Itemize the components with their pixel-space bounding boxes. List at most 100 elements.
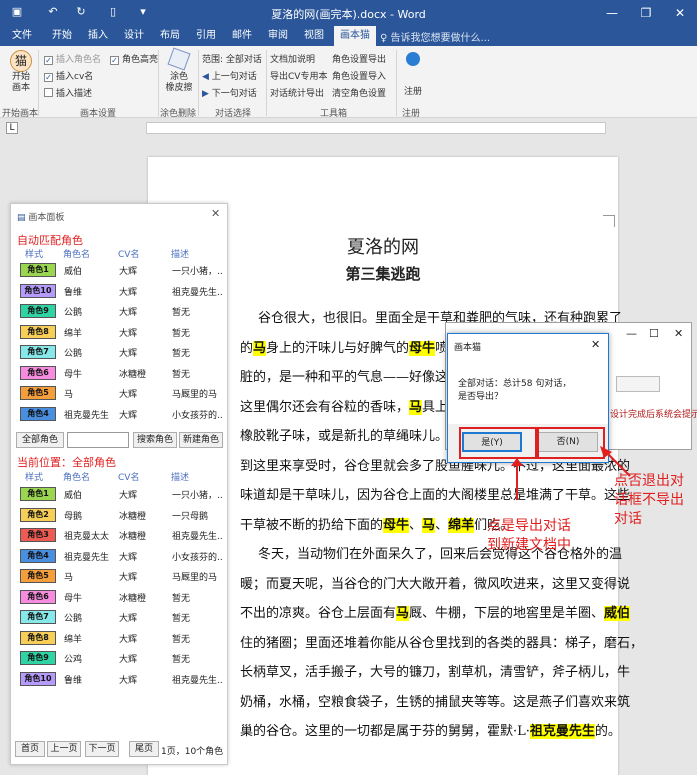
minimize-button[interactable]: —	[595, 0, 629, 26]
page-info: 1页，10个角色	[161, 747, 224, 757]
dialog-close-icon[interactable]: ✕	[591, 338, 600, 351]
role-style-badge[interactable]: 角色7	[20, 610, 56, 624]
bg-minimize-icon[interactable]: —	[626, 327, 637, 340]
role-style-badge[interactable]: 角色5	[20, 386, 56, 400]
insert-role-checkbox[interactable]: ✓ 插入角色名	[44, 52, 101, 65]
tab-stop-selector[interactable]: L	[6, 122, 18, 134]
role-style-badge[interactable]: 角色9	[20, 304, 56, 318]
horizontal-ruler[interactable]	[146, 122, 606, 134]
role-row[interactable]: 角色1 威伯 大辉 一只小猪，...	[16, 485, 222, 503]
role-style-badge[interactable]: 角色1	[20, 263, 56, 277]
role-style-badge[interactable]: 角色6	[20, 589, 56, 604]
role-style-badge[interactable]: 角色8	[20, 630, 56, 645]
next-dialog-button[interactable]: ▶ 下一句对话	[202, 86, 257, 99]
bg-maximize-icon[interactable]: ☐	[649, 327, 659, 340]
role-row[interactable]: 角色4 祖克曼先生 大辉 小女孩芬的...	[16, 547, 222, 565]
next-page-button[interactable]: 下一页	[85, 741, 119, 757]
tab-view[interactable]: 视图	[298, 26, 330, 46]
first-page-button[interactable]: 首页	[15, 741, 45, 757]
start-huaben-button[interactable]: 猫 开始 画本	[6, 50, 36, 100]
role-row[interactable]: 角色5 马 大辉 马厩里的马	[16, 384, 222, 402]
doc-desc-button[interactable]: 文档加说明	[270, 52, 315, 65]
tab-layout[interactable]: 布局	[154, 26, 186, 46]
role-highlight-checkbox[interactable]: ✓ 角色高亮	[110, 52, 158, 65]
role-row[interactable]: 角色2 母鹅 冰糖橙 一只母鹅	[16, 506, 222, 524]
prev-page-button[interactable]: 上一页	[47, 741, 81, 757]
search-role-button[interactable]: 搜索角色	[133, 432, 177, 448]
role-style-badge[interactable]: 角色5	[20, 569, 56, 583]
column-header: 样式	[25, 473, 44, 483]
role-name: 公鹅	[64, 614, 83, 624]
role-row[interactable]: 角色8 绵羊 大辉 暂无	[16, 323, 222, 341]
doc-line: 的马身上的汗味儿与好脾气的母牛喷出	[240, 337, 461, 356]
role-search-input[interactable]	[67, 432, 129, 448]
role-desc: 暂无	[172, 328, 191, 339]
insert-desc-checkbox[interactable]: 插入描述	[44, 86, 92, 99]
doc-text: 橡胶靴子味，或是新扎的草绳味儿。如果	[240, 429, 475, 444]
column-header: CV名	[118, 473, 140, 483]
role-style-badge[interactable]: 角色4	[20, 406, 56, 421]
role-row[interactable]: 角色5 马 大辉 马厩里的马	[16, 567, 222, 585]
role-row[interactable]: 角色10 鲁维 大辉 祖克曼先生...	[16, 282, 222, 300]
role-style-badge[interactable]: 角色3	[20, 528, 56, 542]
role-cv: 冰糖橙	[119, 593, 147, 604]
role-row[interactable]: 角色6 母牛 冰糖橙 暂无	[16, 364, 222, 382]
role-style-badge[interactable]: 角色1	[20, 487, 56, 501]
role-cv: 大辉	[119, 614, 138, 624]
role-style-badge[interactable]: 角色6	[20, 365, 56, 380]
restore-button[interactable]: ❐	[629, 0, 663, 26]
close-button[interactable]: ✕	[663, 0, 697, 26]
column-header: 描述	[171, 250, 190, 260]
new-role-button[interactable]: 新建角色	[179, 432, 223, 448]
last-page-button[interactable]: 尾页	[129, 741, 159, 757]
role-import-button[interactable]: 角色设置导入	[332, 69, 386, 82]
role-row[interactable]: 角色1 威伯 大辉 一只小猪，...	[16, 261, 222, 279]
role-cv: 大辉	[119, 390, 138, 400]
tab-references[interactable]: 引用	[190, 26, 222, 46]
role-row[interactable]: 角色8 绵羊 大辉 暂无	[16, 629, 222, 647]
tab-huabenmao[interactable]: 画本猫	[334, 26, 376, 46]
role-style-badge[interactable]: 角色10	[20, 283, 56, 298]
role-row[interactable]: 角色10 鲁维 大辉 祖克曼先生...	[16, 670, 222, 688]
export-cv-button[interactable]: 导出CV专用本	[270, 69, 327, 82]
tab-review[interactable]: 审阅	[262, 26, 294, 46]
role-style-badge[interactable]: 角色10	[20, 671, 56, 686]
insert-cv-checkbox[interactable]: ✓ 插入cv名	[44, 69, 93, 82]
tab-mailings[interactable]: 邮件	[226, 26, 258, 46]
role-style-badge[interactable]: 角色2	[20, 507, 56, 522]
tab-file[interactable]: 文件	[6, 26, 38, 46]
role-row[interactable]: 角色3 祖克曼太太 冰糖橙 祖克曼先生...	[16, 526, 222, 544]
role-row[interactable]: 角色6 母牛 冰糖橙 暂无	[16, 588, 222, 606]
role-style-badge[interactable]: 角色7	[20, 345, 56, 359]
tab-insert[interactable]: 插入	[82, 26, 114, 46]
tab-design[interactable]: 设计	[118, 26, 150, 46]
role-highlight-label: 角色高亮	[122, 55, 159, 65]
role-style-badge[interactable]: 角色4	[20, 548, 56, 563]
bg-close-icon[interactable]: ✕	[674, 327, 683, 340]
role-name: 威伯	[64, 267, 83, 277]
role-style-badge[interactable]: 角色9	[20, 651, 56, 665]
role-row[interactable]: 角色9 公鸡 大辉 暂无	[16, 649, 222, 667]
role-desc: 暂无	[172, 369, 191, 380]
role-desc: 暂无	[172, 614, 191, 624]
role-style-badge[interactable]: 角色8	[20, 324, 56, 339]
range-selector[interactable]: 范围: 全部对话	[202, 52, 262, 65]
role-desc: 暂无	[172, 655, 191, 665]
tell-me-search[interactable]: ♀ 告诉我您想要做什么...	[380, 29, 490, 44]
eraser-label: 涂色 橡皮擦	[165, 72, 193, 93]
role-cv: 冰糖橙	[119, 532, 147, 542]
register-button[interactable]: 注册	[400, 50, 426, 97]
all-roles-button[interactable]: 全部角色	[16, 432, 64, 448]
role-row[interactable]: 角色7 公鹅 大辉 暂无	[16, 608, 222, 626]
panel-close-icon[interactable]: ✕	[211, 207, 220, 220]
role-export-button[interactable]: 角色设置导出	[332, 52, 386, 65]
clear-roles-button[interactable]: 清空角色设置	[332, 86, 386, 99]
eraser-button[interactable]: 涂色 橡皮擦	[162, 47, 196, 94]
role-row[interactable]: 角色7 公鹅 大辉 暂无	[16, 343, 222, 361]
ribbon: 猫 开始 画本 ✓ 插入角色名 ✓ 插入cv名 插入描述 ✓ 角色高亮 涂色 橡皮擦 …	[0, 46, 697, 119]
role-row[interactable]: 角色9 公鹅 大辉 暂无	[16, 302, 222, 320]
role-row[interactable]: 角色4 祖克曼先生 大辉 小女孩芬的...	[16, 405, 222, 423]
stats-export-button[interactable]: 对话统计导出	[270, 86, 324, 99]
prev-dialog-button[interactable]: ◀ 上一句对话	[202, 69, 257, 82]
tab-home[interactable]: 开始	[46, 26, 78, 46]
